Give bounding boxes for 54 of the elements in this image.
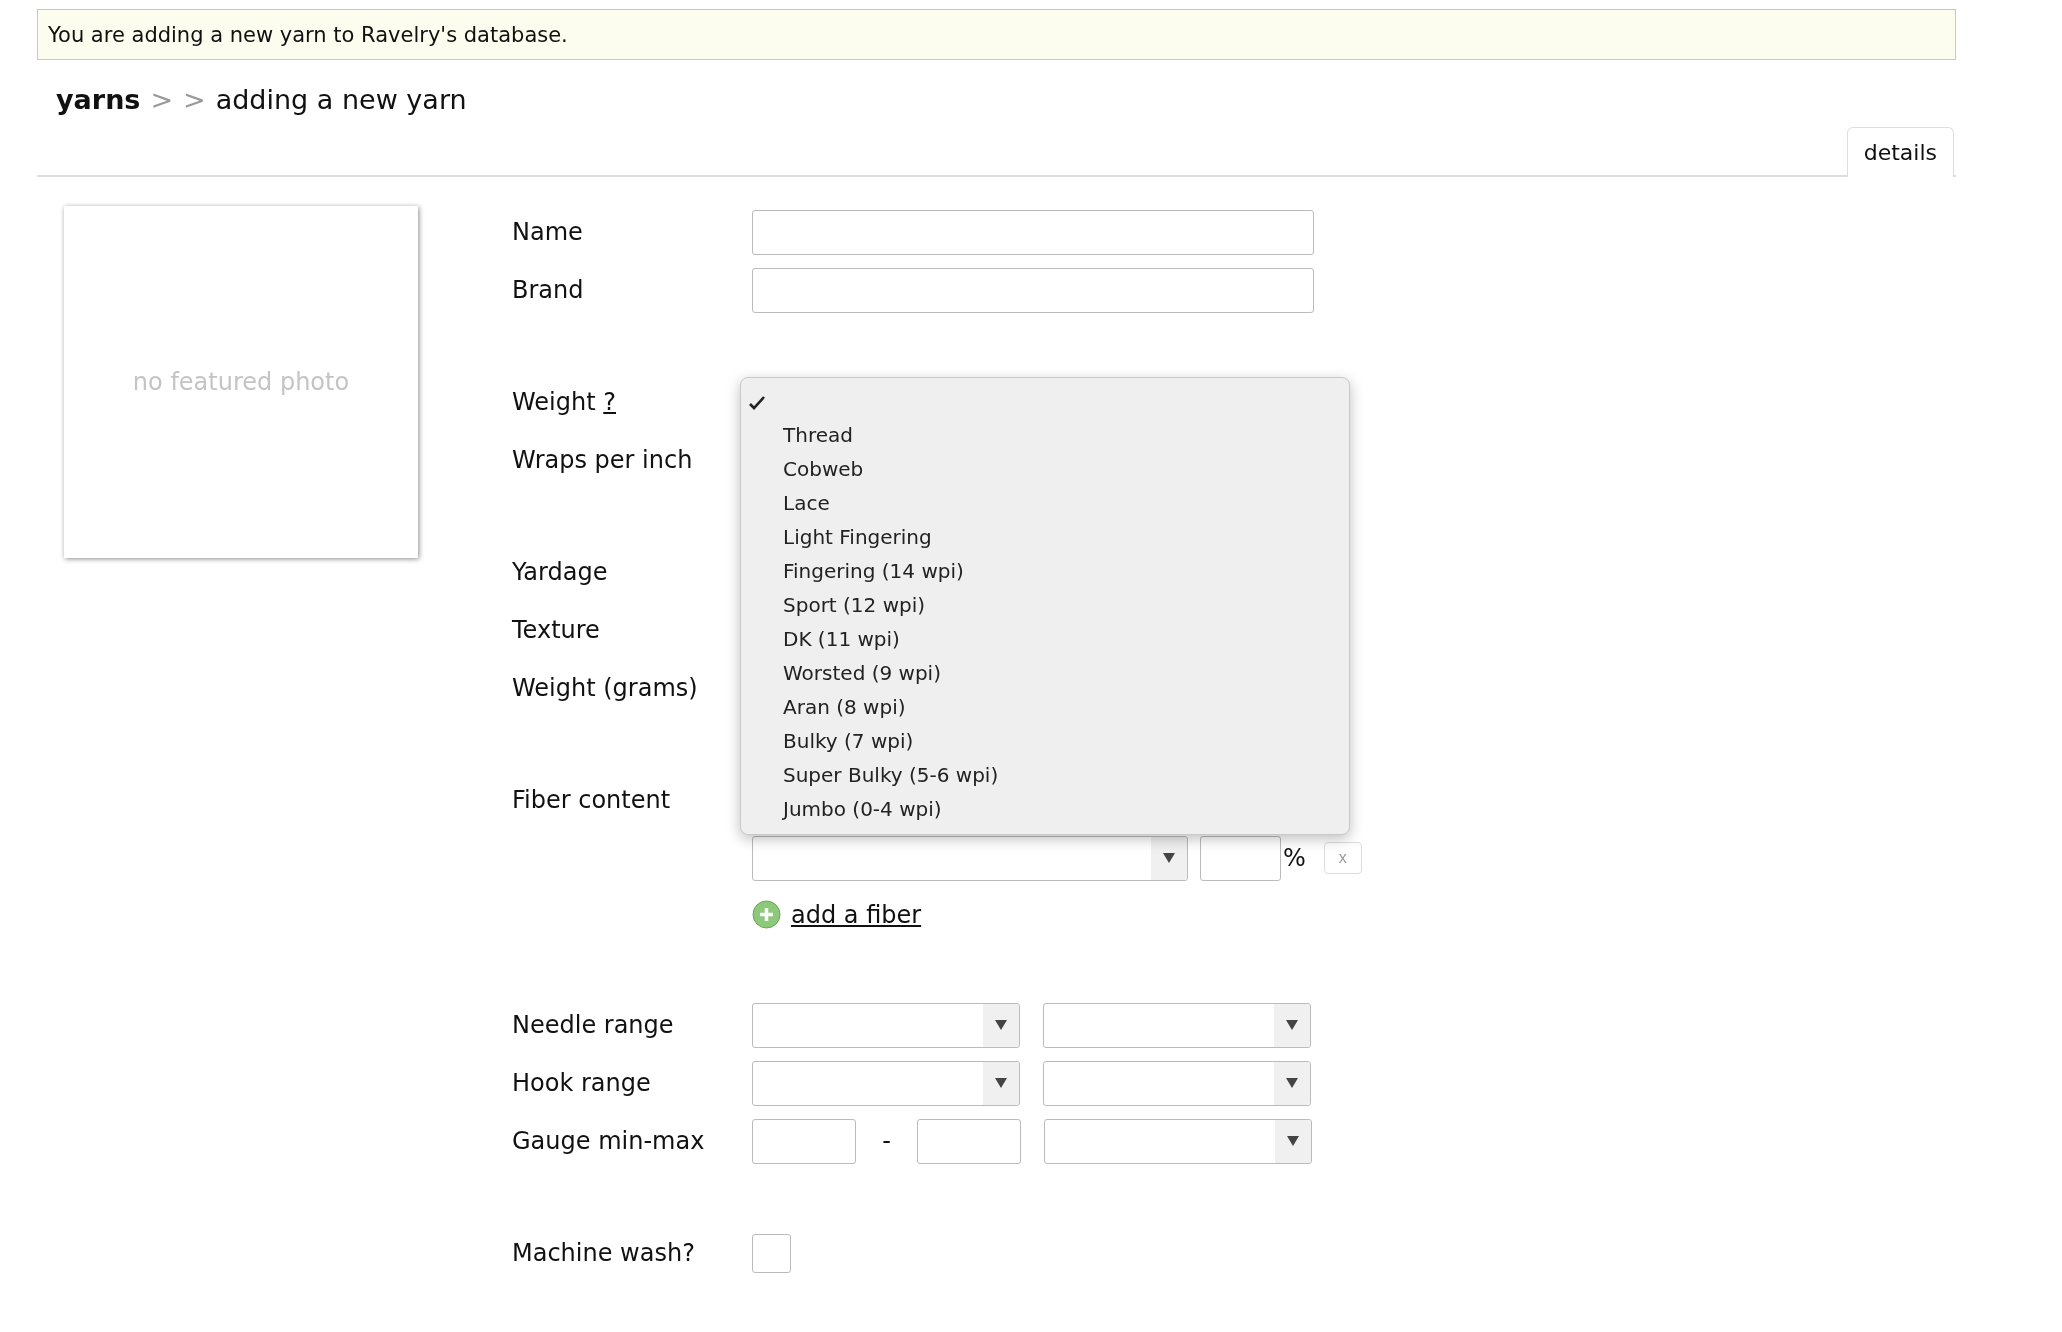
dropdown-option[interactable]: Fingering (14 wpi) — [741, 554, 1349, 588]
dropdown[interactable] — [752, 835, 1188, 881]
caret-icon — [995, 1078, 1007, 1088]
caret-icon — [1286, 1020, 1298, 1030]
dropdown-option[interactable]: Cobweb — [741, 452, 1349, 486]
dropdown-option[interactable]: Jumbo (0-4 wpi) — [741, 792, 1349, 826]
dropdown[interactable] — [1043, 1060, 1311, 1106]
dropdown-option[interactable]: Thread — [741, 418, 1349, 452]
checkmark-icon — [749, 395, 765, 411]
breadcrumb-link[interactable]: yarns — [56, 83, 141, 115]
field-label: Fiber content — [512, 786, 672, 814]
dropdown-option[interactable]: DK (11 wpi) — [741, 622, 1349, 656]
breadcrumb-separator: > — [183, 83, 206, 115]
range-dash: - — [881, 1127, 892, 1155]
dropdown[interactable] — [1043, 1002, 1311, 1048]
field-label: Texture — [512, 616, 601, 644]
field-label: Weight (grams) — [512, 674, 699, 702]
field-label: Name — [512, 218, 584, 246]
add-fiber-link[interactable]: add a fiber — [791, 900, 922, 929]
field-label: Yardage — [512, 558, 609, 586]
field-label: Machine wash? — [512, 1239, 696, 1267]
field-label: Wraps per inch — [512, 446, 694, 474]
percent-field[interactable] — [1200, 835, 1281, 881]
dropdown-option[interactable]: Bulky (7 wpi) — [741, 724, 1349, 758]
tab[interactable]: details — [1846, 127, 1954, 177]
dropdown[interactable] — [752, 1002, 1020, 1048]
gauge-max-field[interactable] — [917, 1118, 1021, 1164]
dropdown-option[interactable]: Light Fingering — [741, 520, 1349, 554]
help-link[interactable]: ? — [603, 388, 616, 416]
add-icon — [752, 900, 781, 929]
dropdown-option[interactable]: Lace — [741, 486, 1349, 520]
notice-bar: You are adding a new yarn to Ravelry's database. — [37, 9, 1956, 60]
gauge-min-field[interactable] — [752, 1118, 856, 1164]
field-label: Brand — [512, 276, 585, 304]
dropdown-option[interactable]: Super Bulky (5-6 wpi) — [741, 758, 1349, 792]
field-label: Needle range — [512, 1011, 675, 1039]
text-field[interactable] — [752, 209, 1314, 255]
field-label: Gauge min-max — [512, 1127, 706, 1155]
dropdown[interactable] — [1044, 1118, 1312, 1164]
caret-icon — [1287, 1136, 1299, 1146]
dropdown-option[interactable]: Sport (12 wpi) — [741, 588, 1349, 622]
caret-icon — [1286, 1078, 1298, 1088]
dropdown-option[interactable]: Aran (8 wpi) — [741, 690, 1349, 724]
dropdown-option[interactable]: Worsted (9 wpi) — [741, 656, 1349, 690]
page-title: adding a new yarn — [215, 83, 467, 115]
field-label: Hook range — [512, 1069, 652, 1097]
checkbox[interactable] — [752, 1233, 791, 1273]
dropdown[interactable] — [752, 1060, 1020, 1106]
placeholder-text: no featured photo — [132, 368, 350, 396]
caret-icon — [1163, 853, 1175, 863]
percent-label: % — [1283, 844, 1306, 872]
caret-icon — [995, 1020, 1007, 1030]
text-field[interactable] — [752, 267, 1314, 313]
breadcrumb-separator: > — [150, 83, 174, 115]
